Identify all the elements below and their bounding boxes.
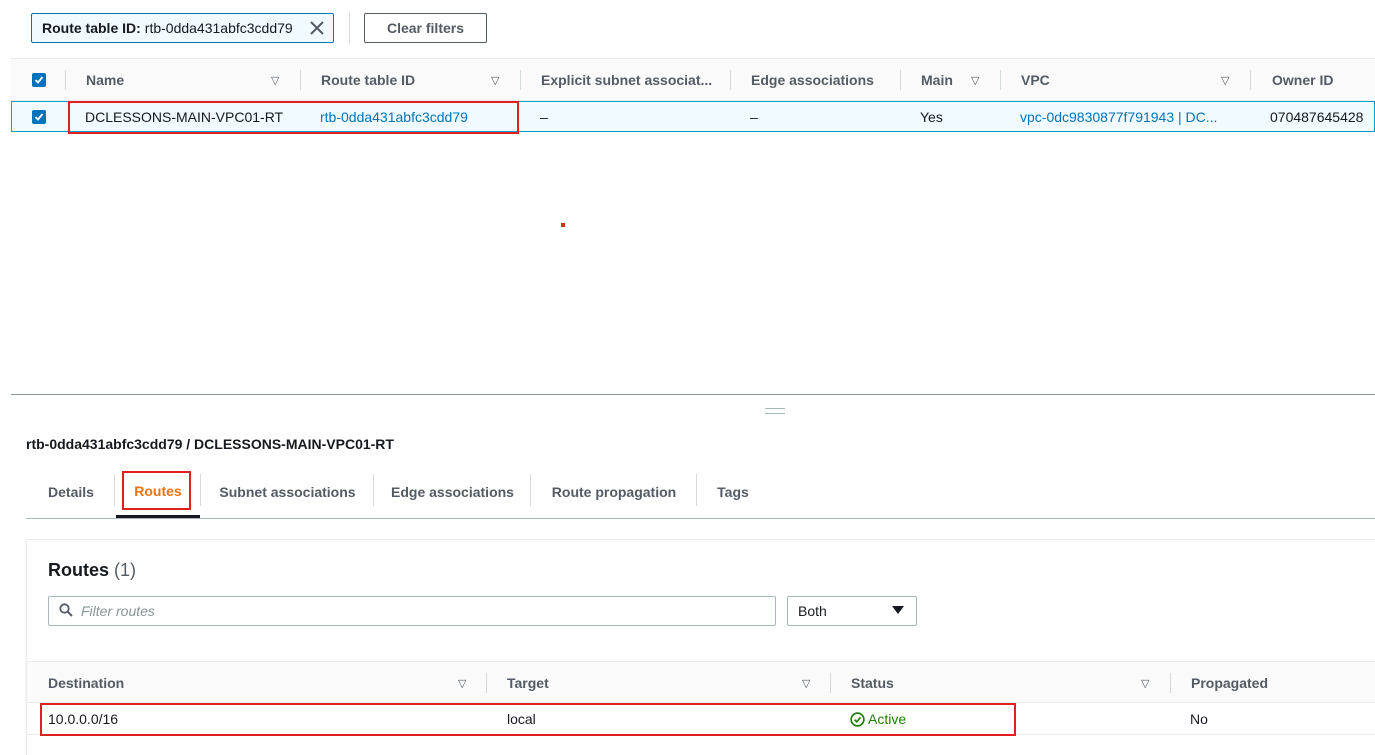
column-header-main[interactable]: Main ▽ — [921, 59, 991, 101]
sort-icon[interactable]: ▽ — [802, 677, 810, 690]
column-header-label: Edge associations — [751, 72, 874, 88]
check-circle-icon — [850, 711, 865, 727]
column-header-status[interactable]: Status ▽ — [851, 662, 1151, 704]
column-header-name[interactable]: Name ▽ — [86, 59, 286, 101]
cell-explicit-subnet: – — [540, 108, 548, 125]
sort-icon[interactable]: ▽ — [1141, 677, 1149, 690]
cell-main: Yes — [920, 108, 943, 125]
filter-chip-key: Route table ID: — [42, 20, 141, 36]
filter-placeholder: Filter routes — [81, 603, 155, 619]
tab-details[interactable]: Details — [26, 466, 116, 518]
column-header-label: Main — [921, 72, 953, 88]
tab-routes[interactable]: Routes — [116, 466, 200, 518]
column-header-propagated[interactable]: Propagated — [1191, 662, 1268, 704]
divider — [349, 13, 350, 43]
column-divider — [486, 673, 487, 693]
sort-icon[interactable]: ▽ — [1221, 74, 1229, 87]
drag-handle-icon[interactable] — [765, 408, 785, 414]
table-row[interactable]: DCLESSONS-MAIN-VPC01-RT rtb-0dda431abfc3… — [11, 101, 1375, 132]
column-header-label: Propagated — [1191, 675, 1269, 691]
close-icon[interactable] — [307, 18, 327, 38]
table-header: Name ▽ Route table ID ▽ Explicit subnet … — [11, 58, 1375, 101]
cell-owner-id: 070487645428 — [1270, 108, 1364, 125]
table-empty-area — [11, 132, 1375, 394]
routes-header: Routes (1) — [48, 560, 136, 581]
sort-icon[interactable]: ▽ — [491, 74, 499, 87]
column-divider — [1250, 70, 1251, 90]
column-header-label: VPC — [1021, 72, 1050, 88]
filter-routes-input[interactable]: Filter routes — [48, 596, 776, 626]
select-all-checkbox[interactable] — [32, 59, 46, 101]
column-divider — [830, 673, 831, 693]
checkbox-checked-icon — [32, 73, 46, 87]
cell-target: local — [507, 711, 536, 727]
column-header-label: Route table ID — [321, 72, 416, 88]
caret-down-icon — [892, 606, 904, 614]
sort-icon[interactable]: ▽ — [458, 677, 466, 690]
column-divider — [300, 70, 301, 90]
column-divider — [520, 70, 521, 90]
column-header-label: Status — [851, 675, 894, 691]
column-header-label: Name — [86, 72, 125, 88]
split-panel-divider — [11, 394, 1375, 395]
column-header-target[interactable]: Target ▽ — [507, 662, 812, 704]
row-checkbox[interactable] — [32, 102, 46, 131]
column-header-route-table-id[interactable]: Route table ID ▽ — [321, 59, 511, 101]
routes-table-header: Destination ▽ Target ▽ Status ▽ Propagat… — [27, 661, 1375, 703]
tab-tags[interactable]: Tags — [697, 466, 769, 518]
cell-status: Active — [850, 703, 906, 735]
sort-icon[interactable]: ▽ — [271, 74, 279, 87]
routes-panel: Routes (1) Filter routes Both Destinatio… — [26, 539, 1375, 755]
checkbox-checked-icon — [32, 109, 46, 124]
filter-bar: Route table ID: rtb-0dda431abfc3cdd79 Cl… — [0, 0, 1375, 58]
routes-title: Routes — [48, 560, 110, 580]
column-header-label: Explicit subnet associat... — [541, 72, 713, 88]
cell-propagated: No — [1190, 711, 1208, 727]
route-tables-table: Name ▽ Route table ID ▽ Explicit subnet … — [11, 58, 1375, 132]
column-divider — [1000, 70, 1001, 90]
tab-route-propagation[interactable]: Route propagation — [531, 466, 697, 518]
tab-subnet-associations[interactable]: Subnet associations — [201, 466, 374, 518]
route-table-id-link[interactable]: rtb-0dda431abfc3cdd79 — [320, 102, 468, 131]
column-divider — [65, 70, 66, 90]
sort-icon[interactable]: ▽ — [971, 74, 979, 87]
vpc-link[interactable]: vpc-0dc9830877f791943 | DC... — [1020, 102, 1217, 131]
column-divider — [1170, 673, 1171, 693]
column-header-explicit-subnet[interactable]: Explicit subnet associat... — [541, 59, 712, 101]
details-tabs: Details Routes Subnet associations Edge … — [26, 466, 1375, 519]
cell-edge-associations: – — [750, 108, 758, 125]
column-header-vpc[interactable]: VPC ▽ — [1021, 59, 1236, 101]
column-divider — [730, 70, 731, 90]
column-header-label: Target — [507, 675, 549, 691]
routes-count: (1) — [114, 560, 137, 580]
search-icon — [59, 602, 73, 620]
filter-chip-value: rtb-0dda431abfc3cdd79 — [144, 20, 293, 36]
column-divider — [900, 70, 901, 90]
column-header-destination[interactable]: Destination ▽ — [48, 662, 473, 704]
column-header-label: Owner ID — [1272, 72, 1334, 88]
cell-destination: 10.0.0.0/16 — [48, 711, 119, 727]
details-panel-title: rtb-0dda431abfc3cdd79 / DCLESSONS-MAIN-V… — [26, 436, 394, 452]
clear-filters-button[interactable]: Clear filters — [364, 13, 487, 43]
select-value: Both — [798, 603, 827, 619]
tab-edge-associations[interactable]: Edge associations — [374, 466, 531, 518]
column-header-owner-id[interactable]: Owner ID — [1272, 59, 1333, 101]
route-table-id-filter-chip[interactable]: Route table ID: rtb-0dda431abfc3cdd79 — [31, 13, 334, 43]
cursor-marker — [561, 223, 565, 227]
cell-name: DCLESSONS-MAIN-VPC01-RT — [85, 108, 284, 125]
column-header-edge-associations[interactable]: Edge associations — [751, 59, 874, 101]
column-header-label: Destination — [48, 675, 125, 691]
tab-divider — [114, 474, 115, 506]
status-text: Active — [868, 711, 907, 727]
propagation-select[interactable]: Both — [787, 596, 917, 626]
table-row: 10.0.0.0/16 local Active No — [27, 703, 1375, 735]
